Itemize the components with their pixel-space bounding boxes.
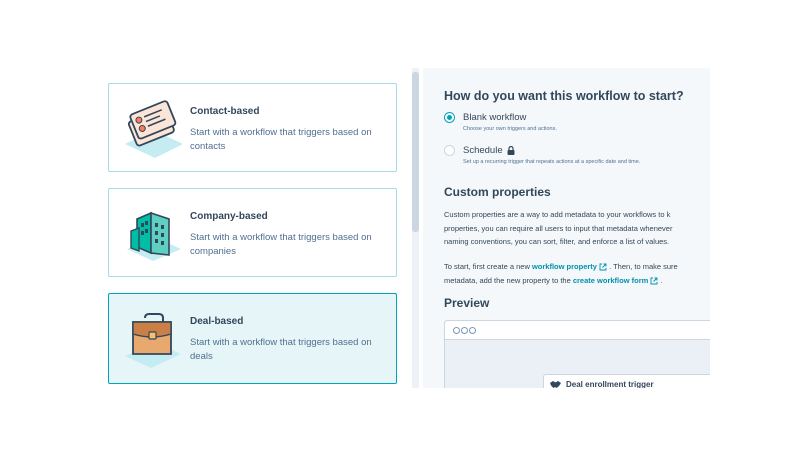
card-description: Start with a workflow that triggers base… [190,126,390,154]
custom-properties-heading: Custom properties [444,185,551,199]
instruction-text: . Then, to make sure [609,262,678,271]
workflow-preview: Deal enrollment trigger [444,320,710,388]
card-title: Contact-based [190,106,260,117]
handshake-icon [550,381,561,388]
card-description-line: companies [190,246,236,257]
card-description: Start with a workflow that triggers base… [190,336,390,364]
preview-heading: Preview [444,296,490,310]
card-description-line: Start with a workflow that triggers base… [190,337,372,348]
custom-properties-instructions: To start, first create a new workflow pr… [444,260,710,287]
create-workflow-form-link[interactable]: create workflow form [573,276,648,285]
deal-enrollment-trigger-card[interactable]: Deal enrollment trigger [543,374,710,388]
card-description-line: contacts [190,141,226,152]
external-link-icon[interactable] [650,277,658,285]
card-description: Start with a workflow that triggers base… [190,231,390,259]
schedule-radio[interactable] [444,145,455,156]
window-dot-icon [461,327,468,334]
window-dot-icon [469,327,476,334]
trigger-label: Deal enrollment trigger [566,380,654,388]
company-based-card[interactable]: Company-based Start with a workflow that… [108,188,397,277]
description-line: Custom properties are a way to add metad… [444,210,671,219]
blank-workflow-help: Choose your own triggers and actions. [463,126,557,132]
description-line: naming conventions, you can sort, filter… [444,237,670,246]
lock-icon [507,145,515,155]
start-question-heading: How do you want this workflow to start? [444,89,684,103]
card-description-line: deals [190,351,213,362]
workflow-property-link[interactable]: workflow property [532,262,597,271]
card-description-line: Start with a workflow that triggers base… [190,127,372,138]
custom-properties-description: Custom properties are a way to add metad… [444,208,710,249]
contact-cards-illustration [125,100,183,158]
card-title: Deal-based [190,316,244,327]
instruction-text: metadata, add the new property to the [444,275,573,285]
external-link-icon[interactable] [599,263,607,271]
deal-based-card[interactable]: Deal-based Start with a workflow that tr… [108,293,397,384]
window-dot-icon [453,327,460,334]
deal-briefcase-illustration [125,313,181,368]
instruction-text: To start, first create a new [444,262,532,271]
schedule-label-text: Schedule [463,145,503,156]
schedule-help: Set up a recurring trigger that repeats … [463,159,641,165]
blank-workflow-label[interactable]: Blank workflow [463,112,526,123]
blank-workflow-radio[interactable] [444,112,455,123]
company-building-illustration [127,211,181,261]
preview-window-bar [445,321,710,340]
instruction-line: metadata, add the new property to the cr… [444,274,710,288]
card-title: Company-based [190,211,268,222]
workflow-start-panel: How do you want this workflow to start? … [423,68,710,388]
instruction-line: To start, first create a new workflow pr… [444,260,710,274]
schedule-label[interactable]: Schedule [463,145,515,156]
contact-based-card[interactable]: Contact-based Start with a workflow that… [108,83,397,172]
instruction-text: . [660,275,663,285]
description-line: properties, you can require all users to… [444,223,673,233]
card-description-line: Start with a workflow that triggers base… [190,232,372,243]
scrollbar-thumb[interactable] [412,72,419,232]
